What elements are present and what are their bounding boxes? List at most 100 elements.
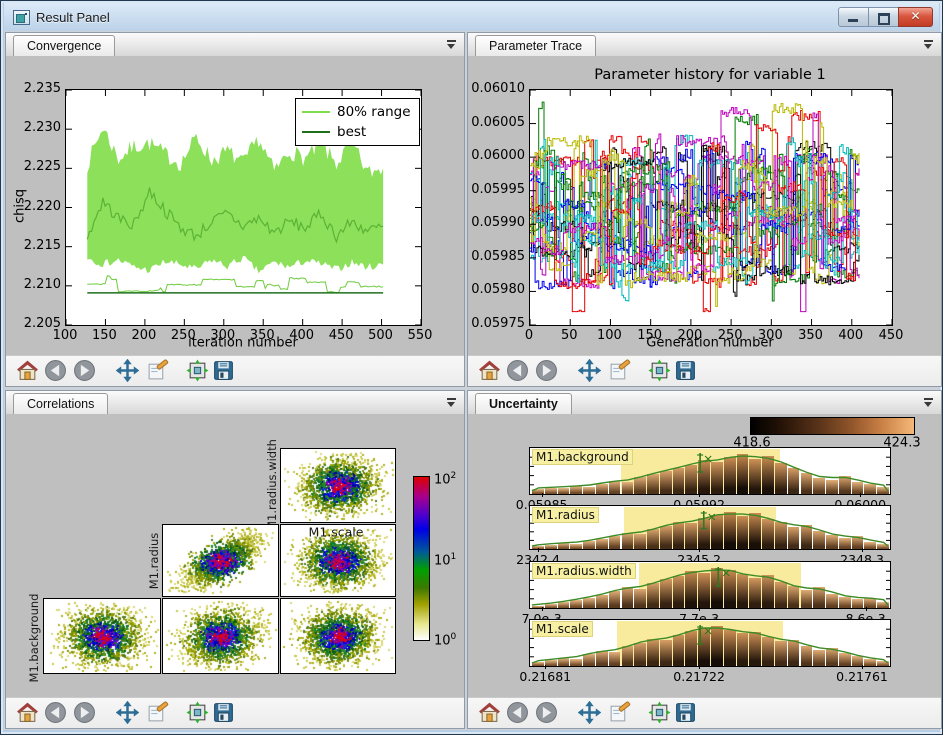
pan-icon [116,359,139,382]
back-button[interactable] [506,701,529,724]
tab-list-arrow-icon[interactable] [923,397,934,408]
result-panel-window: Result Panel ✕ Convergence chisq iterati… [0,0,943,735]
home-button[interactable] [16,701,39,724]
corr-label-scale: M1.scale [309,525,364,540]
pan-button[interactable] [116,701,139,724]
titlebar[interactable]: Result Panel ✕ [4,3,939,32]
pan-button[interactable] [116,359,139,382]
hist-x-tick-label: 0.21761 [832,669,892,684]
home-icon [16,701,39,724]
forward-button[interactable] [535,701,558,724]
x-tick-label: 300 [752,328,788,343]
edit-button[interactable] [608,359,631,382]
corr-cell [43,598,161,674]
close-button[interactable]: ✕ [898,7,933,27]
y-tick-label: 0.05990 [470,215,525,230]
x-tick-label: 400 [284,328,320,343]
pan-icon [578,359,601,382]
save-button[interactable] [212,701,235,724]
x-tick-label: 100 [591,328,627,343]
tabbar-convergence: Convergence [6,33,464,57]
corr-hist2d [281,599,395,673]
edit-button[interactable] [146,701,169,724]
save-icon [674,701,697,724]
legend: 80% range best [295,98,420,146]
x-tick-label: 500 [363,328,399,343]
tab-correlations[interactable]: Correlations [13,393,108,414]
configure-subplots-button[interactable] [186,359,209,382]
tab-convergence[interactable]: Convergence [13,35,115,56]
tab-parameter-trace[interactable]: Parameter Trace [475,35,596,56]
y-tick-label: 2.230 [15,120,61,135]
home-button[interactable] [478,701,501,724]
y-tick-label: 0.05995 [470,182,525,197]
forward-button[interactable] [73,701,96,724]
save-button[interactable] [212,359,235,382]
x-tick-label: 550 [402,328,438,343]
configure-subplots-icon [186,359,209,382]
forward-icon [535,701,558,724]
home-icon [16,359,39,382]
y-tick-label: 2.205 [15,316,61,331]
panel-uncertainty: Uncertainty 418.6 424.3 M1.background0.0… [467,390,942,729]
edit-icon [146,701,169,724]
x-tick-label: 400 [833,328,869,343]
tab-parameter-trace-label: Parameter Trace [489,39,582,53]
x-tick-label: 150 [86,328,122,343]
home-button[interactable] [478,359,501,382]
corr-hist2d [163,599,278,673]
uncertainty-hist-M1.scale: M1.scale [529,619,891,667]
x-tick-label: 250 [712,328,748,343]
back-button[interactable] [44,359,67,382]
forward-button[interactable] [73,359,96,382]
pan-icon [578,701,601,724]
back-icon [44,359,67,382]
home-button[interactable] [16,359,39,382]
maximize-button[interactable] [868,7,899,27]
tab-uncertainty-label: Uncertainty [489,397,558,411]
edit-icon [608,701,631,724]
forward-button[interactable] [535,359,558,382]
configure-subplots-button[interactable] [648,701,671,724]
uncertainty-hist-M1.radius: M1.radius [529,505,891,550]
forward-icon [73,701,96,724]
configure-subplots-button[interactable] [186,701,209,724]
x-tick-label: 150 [632,328,668,343]
back-button[interactable] [44,701,67,724]
edit-button[interactable] [146,359,169,382]
edit-icon [146,359,169,382]
back-icon [506,359,529,382]
maximize-icon [878,13,890,25]
tab-list-arrow-icon[interactable] [446,39,457,50]
uncertainty-colorbar [750,417,915,435]
y-tick-label: 0.06005 [470,115,525,130]
hist-label-M1.radius: M1.radius [532,507,599,523]
corr-hist2d [163,525,278,596]
hist-x-tick-label: 0.21681 [515,669,575,684]
configure-subplots-button[interactable] [648,359,671,382]
correlations-figure: M1.radius.width M1.radius M1.background … [6,414,464,698]
legend-line-best [302,131,330,133]
edit-button[interactable] [608,701,631,724]
tab-list-arrow-icon[interactable] [446,397,457,408]
pan-button[interactable] [578,701,601,724]
trace-title: Parameter history for variable 1 [594,67,825,83]
legend-entry-range: 80% range [302,102,411,122]
save-button[interactable] [674,359,697,382]
tab-uncertainty[interactable]: Uncertainty [475,393,572,414]
tab-correlations-label: Correlations [27,397,94,411]
pan-button[interactable] [578,359,601,382]
back-button[interactable] [506,359,529,382]
toolbar-parameter-trace [468,355,941,386]
tab-list-arrow-icon[interactable] [923,39,934,50]
save-button[interactable] [674,701,697,724]
corr-cell [162,524,279,597]
corr-label-radius-width: M1.radius.width [265,439,279,531]
configure-subplots-icon [648,359,671,382]
minimize-button[interactable] [838,7,869,27]
y-tick-label: 2.235 [15,81,61,96]
corr-hist2d [281,449,395,522]
x-tick-label: 250 [165,328,201,343]
corr-label-background: M1.background [27,594,41,683]
home-icon [478,701,501,724]
